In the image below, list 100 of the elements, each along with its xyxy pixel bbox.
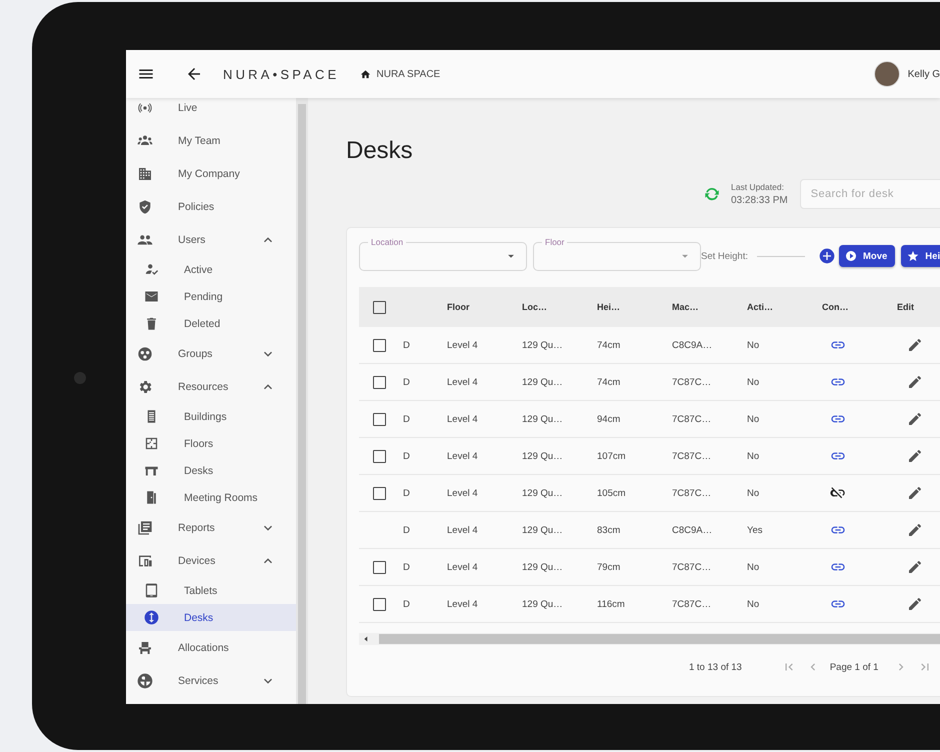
column-header[interactable]: Loc… (522, 302, 548, 312)
avatar[interactable] (874, 61, 900, 87)
table-cell: Level 4 (447, 414, 478, 424)
column-header[interactable]: Mac… (672, 302, 699, 312)
sidebar-subitem[interactable]: Floors (126, 430, 296, 457)
table-cell: Level 4 (447, 598, 478, 610)
search-field[interactable]: Search for desk (800, 179, 940, 209)
table-cell: 129 Qu… (522, 450, 563, 462)
user-name[interactable]: Kelly G (908, 68, 940, 80)
table-cell: D (403, 450, 410, 462)
sidebar-subitem[interactable]: Pending (126, 283, 296, 310)
table-cell: No (747, 376, 760, 388)
sidebar-item[interactable]: My Team (126, 124, 296, 157)
sidebar-item[interactable]: Devices (126, 544, 296, 577)
table-cell: 7C87C… (672, 598, 712, 610)
sidebar-subitem[interactable]: Desks (126, 604, 296, 631)
shield-icon (137, 198, 153, 214)
page-indicator: Page 1 of 1 (830, 662, 878, 672)
table-cell: Level 4 (447, 488, 478, 498)
table-cell: No (747, 450, 760, 462)
column-header[interactable]: Con… (822, 302, 848, 312)
table-cell: Level 4 (447, 450, 478, 462)
table-cell: 74cm (597, 376, 620, 388)
horizontal-scrollbar[interactable] (359, 633, 940, 645)
table-cell: D (403, 524, 410, 536)
table-cell: 79cm (597, 562, 620, 572)
building-icon (137, 166, 153, 182)
table-cell: D (403, 414, 410, 424)
globe-icon (137, 672, 153, 688)
breadcrumb-link[interactable]: NURA SPACE (376, 68, 440, 80)
table-cell: D (403, 488, 410, 498)
checkbox[interactable] (372, 338, 386, 352)
table-cell: 129 Qu… (522, 340, 563, 350)
table-cell: No (747, 340, 760, 350)
sidebar-item[interactable]: Services (126, 664, 296, 697)
table-cell: 7C87C… (672, 376, 712, 388)
table-cell: 7C87C… (672, 450, 712, 462)
sidebar-subitem[interactable]: Active (126, 256, 296, 283)
table-cell: 7C87C… (672, 488, 712, 498)
settings-icon (137, 378, 153, 394)
sidebar-item[interactable]: Reports (126, 511, 296, 544)
table-cell: 83cm (597, 524, 620, 536)
edit-icon[interactable] (907, 374, 923, 390)
sidebar-item[interactable]: Resources (126, 370, 296, 403)
column-header[interactable]: Acti… (747, 302, 774, 312)
edit-icon[interactable] (907, 596, 923, 612)
edit-icon[interactable] (907, 522, 923, 538)
door-icon (144, 490, 159, 505)
table-cell: No (747, 414, 760, 424)
table-cell: 105cm (597, 488, 626, 498)
checkbox[interactable] (372, 450, 386, 462)
table-cell: 7C87C… (672, 414, 712, 424)
checkbox[interactable] (372, 486, 386, 500)
checkbox[interactable] (372, 376, 386, 388)
table-cell: 129 Qu… (522, 598, 563, 610)
table-cell: 7C87C… (672, 562, 712, 572)
edit-icon[interactable] (907, 485, 923, 501)
home-icon (360, 68, 370, 80)
sidebar-subitem[interactable]: Tablets (126, 577, 296, 604)
play-icon (845, 250, 857, 262)
floor-plan-icon (144, 436, 159, 451)
edit-icon[interactable] (907, 337, 923, 353)
plus-icon (819, 248, 835, 264)
table-cell: 107cm (597, 450, 626, 462)
table-cell: 129 Qu… (522, 414, 563, 424)
sidebar-item[interactable]: Policies (126, 190, 296, 223)
edit-icon[interactable] (907, 411, 923, 427)
sidebar-item[interactable]: Allocations (126, 631, 296, 664)
last-updated-time: 03:28:33 PM (731, 195, 788, 206)
sidebar-subitem[interactable]: Deleted (126, 310, 296, 337)
sidebar-subitem[interactable]: Buildings (126, 403, 296, 430)
sidebar-item[interactable]: Live (126, 98, 296, 124)
envelope-icon (144, 289, 159, 304)
table-cell: 129 Qu… (522, 524, 563, 536)
column-header[interactable]: Hei… (597, 302, 620, 312)
checkbox[interactable] (372, 598, 386, 610)
action-button[interactable]: Hei (901, 245, 940, 267)
action-button[interactable]: Move (839, 245, 896, 267)
table-cell: 129 Qu… (522, 376, 563, 388)
up-down-icon (144, 610, 159, 625)
sidebar-subitem[interactable]: Desks (126, 457, 296, 484)
edit-icon[interactable] (907, 448, 923, 464)
checkbox[interactable] (372, 412, 386, 426)
add-button[interactable] (819, 248, 835, 264)
scrollbar-thumb[interactable] (298, 104, 306, 704)
column-header[interactable]: Floor (447, 302, 470, 312)
table-cell: D (403, 340, 410, 350)
edit-icon[interactable] (907, 559, 923, 575)
sidebar-item[interactable]: Users (126, 223, 296, 256)
sidebar-item[interactable]: Groups (126, 337, 296, 370)
trash-icon (144, 316, 159, 331)
tablet-icon (144, 583, 159, 598)
column-header[interactable]: Edit (897, 302, 914, 312)
table-cell: Yes (747, 524, 762, 536)
checkbox[interactable] (372, 300, 386, 314)
checkbox[interactable] (372, 560, 386, 574)
sidebar-subitem[interactable]: Meeting Rooms (126, 484, 296, 511)
sidebar-item[interactable]: My Company (126, 157, 296, 190)
person-check-icon (144, 262, 159, 277)
broken-link-icon[interactable] (830, 485, 846, 501)
